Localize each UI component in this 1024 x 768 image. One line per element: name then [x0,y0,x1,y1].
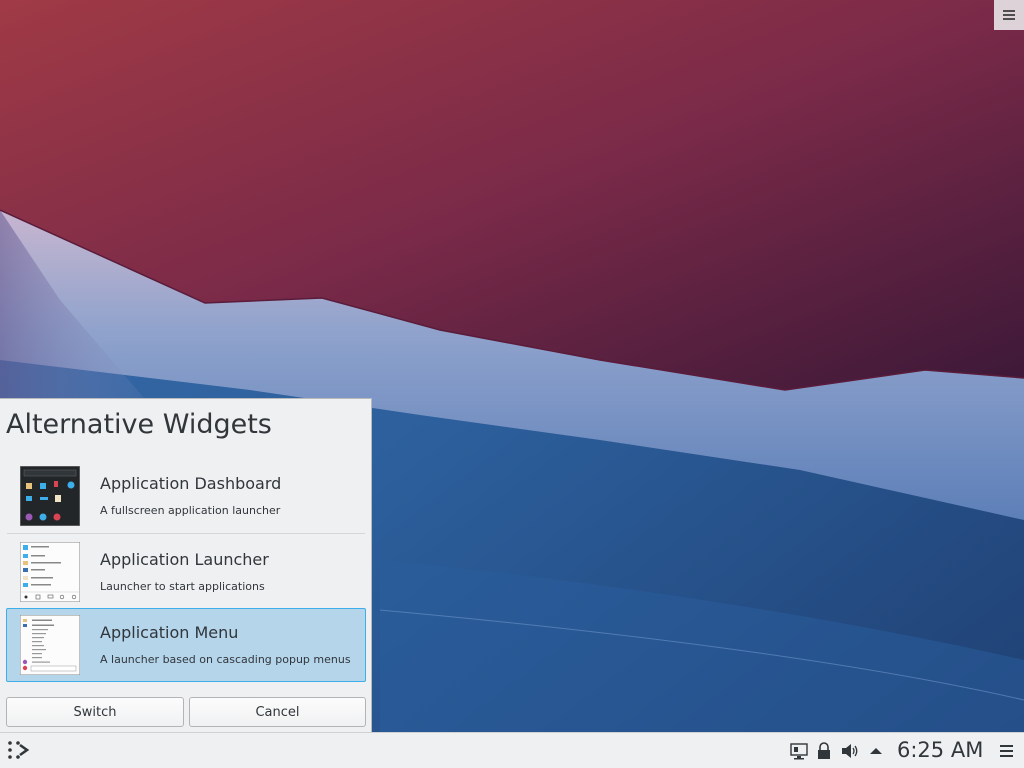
expand-tray-button[interactable] [868,742,884,760]
widget-item-application-dashboard[interactable]: Application Dashboard A fullscreen appli… [6,459,366,534]
widget-description: A launcher based on cascading popup menu… [100,653,351,666]
network-icon [790,743,808,760]
volume-tray-button[interactable] [841,742,859,760]
widget-name: Application Dashboard [100,474,282,493]
hamburger-icon [1000,745,1013,757]
cancel-button[interactable]: Cancel [189,697,366,727]
clock[interactable]: 6:25 AM [897,738,983,762]
panel-options-button[interactable] [999,744,1015,758]
widget-description: A fullscreen application launcher [100,504,281,517]
widget-name: Application Menu [100,623,239,642]
widget-name: Application Launcher [100,550,269,569]
plasma-launcher-icon [8,741,30,759]
lock-tray-button[interactable] [816,742,832,760]
taskbar: 6:25 AM [0,732,1024,768]
alternative-widgets-popup: Alternative Widgets Application Dashboar… [0,398,372,732]
expand-tray-icon [870,748,882,754]
dashboard-thumbnail-icon [20,466,80,526]
volume-icon [842,744,858,758]
switch-button[interactable]: Switch [6,697,184,727]
divider [7,533,365,534]
network-tray-button[interactable] [790,742,808,760]
launcher-thumbnail-icon [20,542,80,602]
widget-item-application-menu[interactable]: Application Menu A launcher based on cas… [6,608,366,682]
desktop-toolbox-button[interactable] [994,0,1024,30]
hamburger-icon [1003,10,1015,20]
popup-title: Alternative Widgets [6,409,272,440]
widget-item-application-launcher[interactable]: Application Launcher Launcher to start a… [6,535,366,609]
menu-thumbnail-icon [20,615,80,675]
widget-description: Launcher to start applications [100,580,265,593]
lock-icon [818,742,830,759]
application-launcher-button[interactable] [6,739,32,761]
